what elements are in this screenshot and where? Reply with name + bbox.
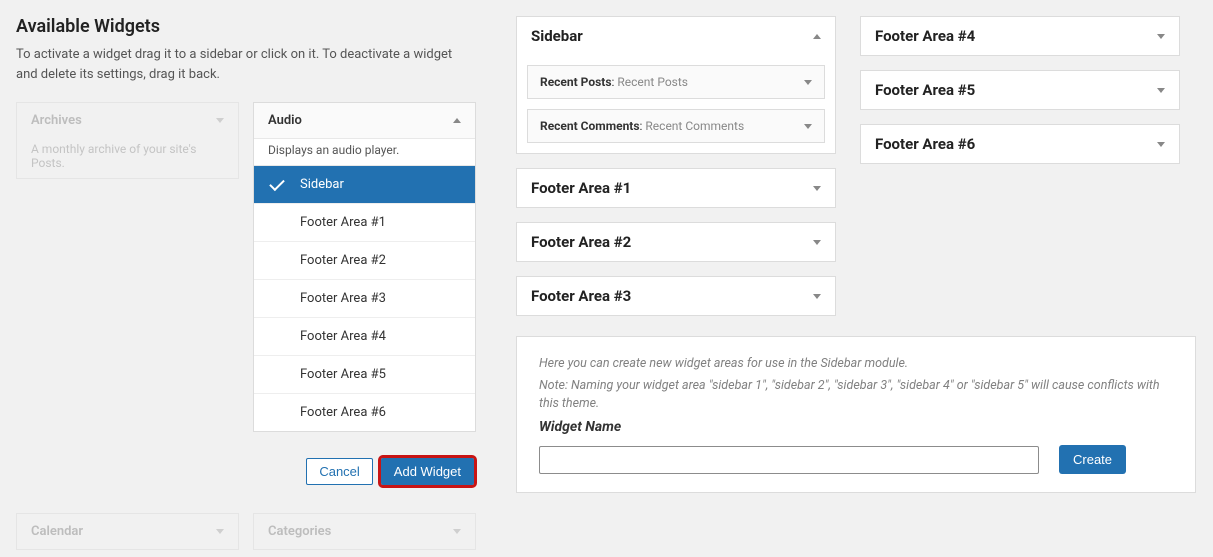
widget-area-title: Footer Area #3 (531, 287, 631, 305)
placed-widget-label: Recent Comments: Recent Comments (540, 119, 744, 133)
create-label: Widget Name (539, 419, 1173, 435)
widget-label: Archives (31, 113, 82, 128)
create-description-1: Here you can create new widget areas for… (539, 355, 1173, 373)
chevron-down-icon (813, 186, 821, 191)
chevron-down-icon (216, 529, 224, 534)
widget-area-footer-5: Footer Area #5 (860, 70, 1180, 110)
placement-option-footer-4[interactable]: Footer Area #4 (254, 318, 475, 356)
create-description-2: Note: Naming your widget area "sidebar 1… (539, 377, 1173, 413)
create-widget-area-panel: Here you can create new widget areas for… (516, 336, 1196, 493)
cancel-button[interactable]: Cancel (306, 458, 372, 485)
placement-option-footer-2[interactable]: Footer Area #2 (254, 242, 475, 280)
chevron-down-icon (1157, 88, 1165, 93)
create-button[interactable]: Create (1059, 445, 1126, 474)
chevron-down-icon (1157, 34, 1165, 39)
placed-widget-recent-comments[interactable]: Recent Comments: Recent Comments (527, 109, 825, 143)
widget-area-toggle[interactable]: Footer Area #4 (861, 17, 1179, 55)
chevron-down-icon (804, 124, 812, 129)
chevron-up-icon (453, 118, 461, 123)
placement-option-footer-6[interactable]: Footer Area #6 (254, 394, 475, 431)
available-widget-calendar[interactable]: Calendar (16, 513, 239, 550)
chevron-up-icon (813, 34, 821, 39)
placement-option-sidebar[interactable]: Sidebar (254, 166, 475, 204)
widget-area-toggle[interactable]: Footer Area #2 (517, 223, 835, 261)
widget-area-toggle[interactable]: Footer Area #3 (517, 277, 835, 315)
widget-label: Categories (268, 524, 331, 539)
placement-list: Sidebar Footer Area #1 Footer Area #2 Fo… (254, 165, 475, 431)
widget-label: Audio (268, 113, 302, 128)
widget-area-footer-4: Footer Area #4 (860, 16, 1180, 56)
available-widget-audio[interactable]: Audio Displays an audio player. Sidebar … (253, 102, 476, 432)
chevron-down-icon (216, 118, 224, 123)
widget-label: Calendar (31, 524, 83, 539)
widget-area-title: Footer Area #2 (531, 233, 631, 251)
widget-area-title: Footer Area #6 (875, 135, 975, 153)
chevron-down-icon (453, 529, 461, 534)
chevron-down-icon (1157, 142, 1165, 147)
widget-area-footer-6: Footer Area #6 (860, 124, 1180, 164)
placed-widget-label: Recent Posts: Recent Posts (540, 75, 688, 89)
available-widget-categories[interactable]: Categories (253, 513, 476, 550)
widget-area-title: Footer Area #4 (875, 27, 975, 45)
widget-area-toggle[interactable]: Footer Area #5 (861, 71, 1179, 109)
widget-area-footer-2: Footer Area #2 (516, 222, 836, 262)
widget-area-title: Sidebar (531, 27, 583, 45)
add-widget-button[interactable]: Add Widget (381, 458, 474, 485)
placement-option-footer-3[interactable]: Footer Area #3 (254, 280, 475, 318)
widget-area-sidebar: Sidebar Recent Posts: Recent Posts Recen… (516, 16, 836, 154)
chevron-down-icon (813, 294, 821, 299)
widget-hint: A monthly archive of your site's Posts. (17, 138, 238, 178)
widget-area-toggle[interactable]: Footer Area #1 (517, 169, 835, 207)
available-widget-archives[interactable]: Archives A monthly archive of your site'… (16, 102, 239, 179)
widget-area-footer-1: Footer Area #1 (516, 168, 836, 208)
chevron-down-icon (804, 80, 812, 85)
widget-hint: Displays an audio player. (254, 139, 475, 165)
widget-area-toggle[interactable]: Sidebar (517, 17, 835, 55)
widget-name-input[interactable] (539, 446, 1039, 474)
widget-area-title: Footer Area #1 (531, 179, 631, 197)
widget-area-toggle[interactable]: Footer Area #6 (861, 125, 1179, 163)
widget-area-title: Footer Area #5 (875, 81, 975, 99)
placement-option-footer-1[interactable]: Footer Area #1 (254, 204, 475, 242)
chevron-down-icon (813, 240, 821, 245)
available-widgets-heading: Available Widgets (16, 16, 476, 37)
placement-option-footer-5[interactable]: Footer Area #5 (254, 356, 475, 394)
widget-area-footer-3: Footer Area #3 (516, 276, 836, 316)
placed-widget-recent-posts[interactable]: Recent Posts: Recent Posts (527, 65, 825, 99)
available-widgets-description: To activate a widget drag it to a sideba… (16, 45, 476, 84)
